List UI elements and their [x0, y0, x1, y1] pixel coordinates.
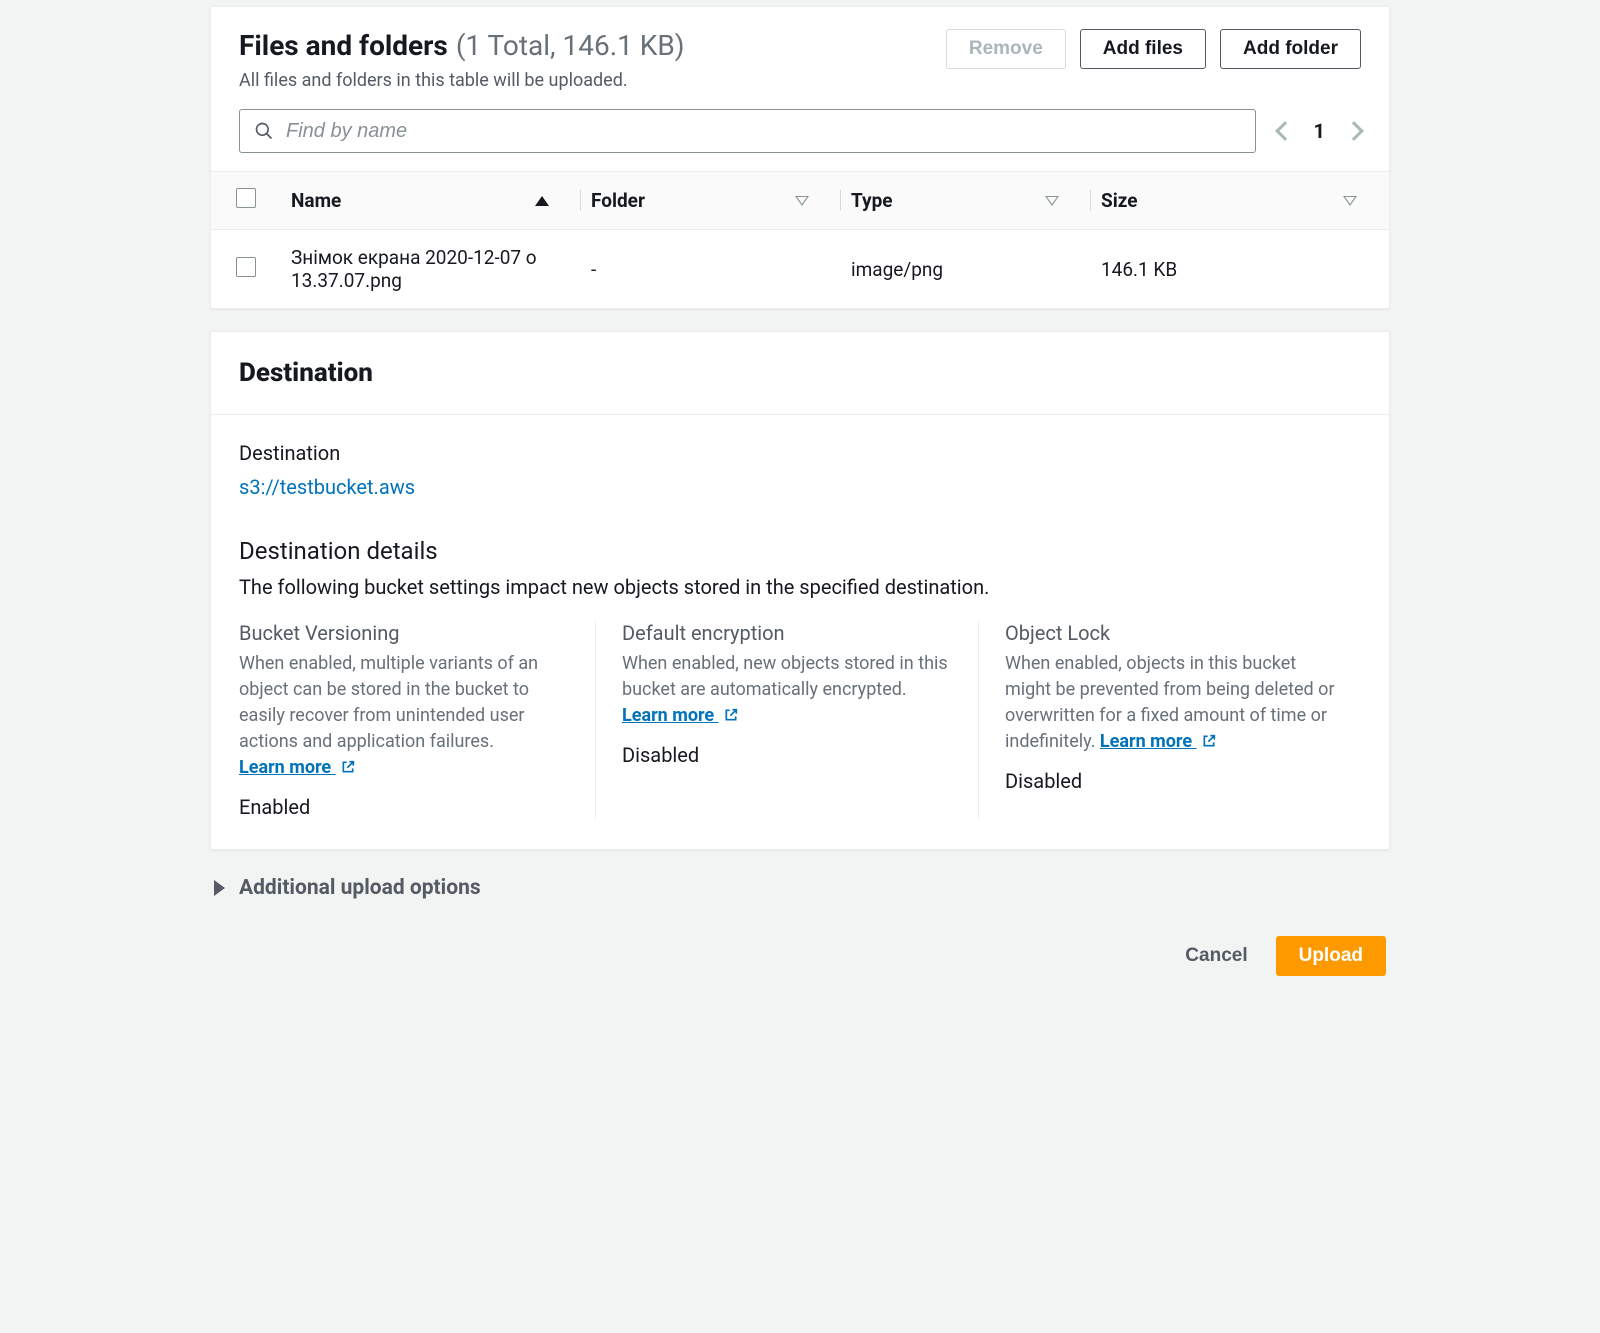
detail-status: Disabled: [622, 743, 952, 767]
destination-details-subtitle: The following bucket settings impact new…: [239, 575, 1361, 599]
pagination: 1: [1278, 119, 1361, 143]
caret-right-icon: [214, 880, 225, 896]
chevron-left-icon: [1275, 121, 1295, 141]
page-next-button[interactable]: [1347, 119, 1361, 143]
files-table: Name Folder Type: [211, 171, 1389, 308]
destination-title: Destination: [239, 358, 1361, 388]
add-folder-button[interactable]: Add folder: [1220, 29, 1361, 69]
files-title: Files and folders: [239, 29, 448, 62]
destination-panel: Destination Destination s3://testbucket.…: [210, 331, 1390, 850]
sort-icon: [1343, 196, 1357, 206]
detail-col-encryption: Default encryption When enabled, new obj…: [595, 621, 978, 819]
file-size: 146.1 KB: [1101, 258, 1177, 281]
detail-status: Disabled: [1005, 769, 1335, 793]
external-link-icon: [723, 707, 739, 723]
files-panel: Files and folders (1 Total, 146.1 KB) Al…: [210, 6, 1390, 309]
file-folder: -: [591, 258, 596, 281]
learn-more-link[interactable]: Learn more: [1100, 731, 1217, 752]
search-input[interactable]: [286, 120, 1241, 143]
cancel-button[interactable]: Cancel: [1167, 937, 1265, 975]
search-box[interactable]: [239, 109, 1256, 153]
detail-heading: Bucket Versioning: [239, 621, 569, 645]
detail-heading: Object Lock: [1005, 621, 1335, 645]
detail-col-versioning: Bucket Versioning When enabled, multiple…: [239, 621, 595, 819]
additional-options-label: Additional upload options: [239, 876, 481, 900]
page-prev-button[interactable]: [1278, 119, 1292, 143]
file-type: image/png: [851, 258, 943, 281]
additional-options-toggle[interactable]: Additional upload options: [210, 872, 1390, 916]
table-row[interactable]: Знімок екрана 2020-12-07 о 13.37.07.png …: [211, 230, 1389, 309]
select-all-checkbox[interactable]: [236, 188, 256, 208]
add-files-button[interactable]: Add files: [1080, 29, 1206, 69]
sort-asc-icon: [535, 196, 549, 206]
detail-desc: When enabled, new objects stored in this…: [622, 653, 948, 700]
destination-uri-link[interactable]: s3://testbucket.aws: [239, 475, 415, 499]
detail-col-object-lock: Object Lock When enabled, objects in thi…: [978, 621, 1361, 819]
remove-button[interactable]: Remove: [946, 29, 1066, 69]
column-name-header[interactable]: Name: [291, 189, 341, 212]
search-icon: [254, 121, 274, 141]
file-name: Знімок екрана 2020-12-07 о 13.37.07.png: [291, 246, 537, 292]
detail-heading: Default encryption: [622, 621, 952, 645]
learn-more-link[interactable]: Learn more: [239, 757, 356, 778]
row-checkbox[interactable]: [236, 257, 256, 277]
sort-icon: [1045, 196, 1059, 206]
detail-desc: When enabled, multiple variants of an ob…: [239, 653, 538, 752]
files-counter: (1 Total, 146.1 KB): [456, 29, 685, 62]
column-folder-header[interactable]: Folder: [591, 189, 645, 212]
upload-button[interactable]: Upload: [1276, 936, 1386, 976]
destination-details-title: Destination details: [239, 537, 1361, 565]
files-subtitle: All files and folders in this table will…: [239, 70, 685, 91]
column-type-header[interactable]: Type: [851, 189, 893, 212]
external-link-icon: [340, 759, 356, 775]
sort-icon: [795, 196, 809, 206]
external-link-icon: [1201, 733, 1217, 749]
footer-actions: Cancel Upload: [210, 916, 1390, 1016]
chevron-right-icon: [1344, 121, 1364, 141]
page-number: 1: [1314, 119, 1325, 143]
destination-label: Destination: [239, 441, 1361, 465]
column-size-header[interactable]: Size: [1101, 189, 1138, 212]
learn-more-link[interactable]: Learn more: [622, 705, 739, 726]
detail-status: Enabled: [239, 795, 569, 819]
